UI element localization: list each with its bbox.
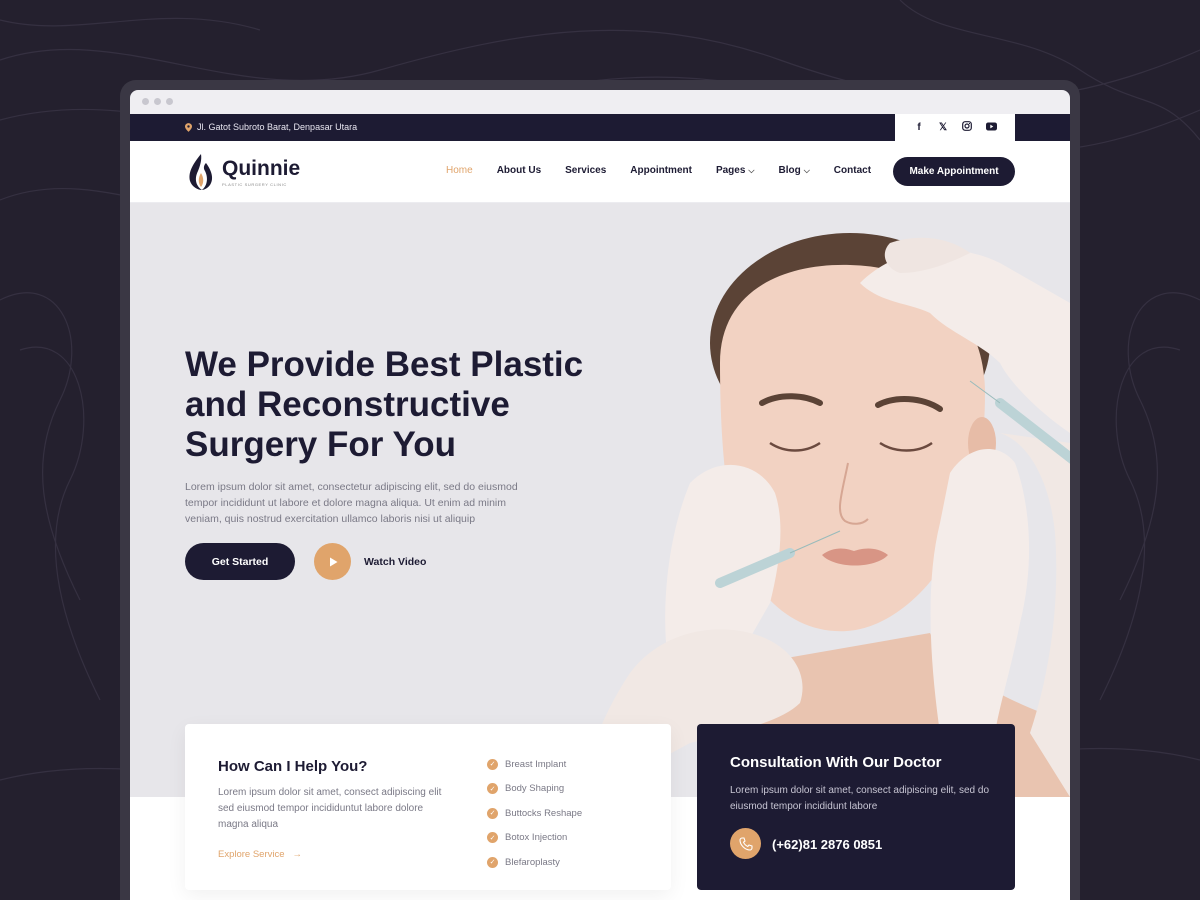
list-item[interactable]: ✓ Breast Implant <box>487 752 582 777</box>
make-appointment-button[interactable]: Make Appointment <box>893 157 1015 186</box>
service-label: Botox Injection <box>505 832 568 844</box>
explore-service-label: Explore Service <box>218 849 285 860</box>
list-item[interactable]: ✓ Buttocks Reshape <box>487 801 582 826</box>
service-label: Buttocks Reshape <box>505 807 583 819</box>
instagram-icon[interactable] <box>962 121 972 134</box>
hero-section: We Provide Best Plastic and Reconstructi… <box>130 203 1070 797</box>
facebook-icon[interactable]: f <box>914 122 924 133</box>
service-label: Blefaroplasty <box>505 856 560 868</box>
nav-blog[interactable]: Blog ⌵ <box>779 165 810 176</box>
explore-service-link[interactable]: Explore Service → <box>218 849 302 860</box>
brand-tagline: PLASTIC SURGERY CLINIC <box>222 182 287 187</box>
service-label: Breast Implant <box>505 758 567 770</box>
chevron-down-icon: ⌵ <box>748 166 755 175</box>
list-item[interactable]: ✓ Body Shaping <box>487 777 582 802</box>
watch-video-link[interactable]: Watch Video <box>364 556 426 568</box>
help-card-title: How Can I Help You? <box>218 758 368 775</box>
top-bar: Jl. Gatot Subroto Barat, Denpasar Utara … <box>130 114 1070 141</box>
hero-description: Lorem ipsum dolor sit amet, consectetur … <box>185 481 518 525</box>
nav-appointment[interactable]: Appointment <box>630 165 692 176</box>
service-list: ✓ Breast Implant ✓ Body Shaping ✓ Buttocks … <box>487 752 582 875</box>
play-video-button[interactable] <box>314 543 351 580</box>
help-card-description: Lorem ipsum dolor sit amet, consect adip… <box>218 787 442 830</box>
check-icon: ✓ <box>487 783 498 795</box>
help-card: How Can I Help You? Lorem ipsum dolor si… <box>185 724 671 890</box>
hero-patient-image <box>580 233 1070 797</box>
location-pin-icon <box>185 122 192 132</box>
nav-menu: Home About Us Services Appointment Pages… <box>446 165 871 176</box>
brand-name: Quinnie <box>222 157 301 180</box>
nav-pages[interactable]: Pages ⌵ <box>716 165 755 176</box>
webpage: Jl. Gatot Subroto Barat, Denpasar Utara … <box>130 114 1070 900</box>
main-navigation: Quinnie PLASTIC SURGERY CLINIC Home Abou… <box>130 141 1070 203</box>
browser-titlebar <box>130 90 1070 114</box>
check-icon: ✓ <box>487 832 498 844</box>
check-icon: ✓ <box>487 856 498 868</box>
list-item[interactable]: ✓ Botox Injection <box>487 826 582 851</box>
check-icon: ✓ <box>487 758 498 770</box>
nav-pages-label: Pages <box>715 165 746 176</box>
nav-about[interactable]: About Us <box>497 165 541 176</box>
nav-services[interactable]: Services <box>565 165 606 176</box>
phone-number[interactable]: (+62)81 2876 0851 <box>772 837 882 852</box>
x-icon[interactable]: 𝕏 <box>938 122 948 133</box>
phone-icon[interactable] <box>730 828 761 859</box>
window-dot-icon <box>166 98 173 105</box>
consultation-description: Lorem ipsum dolor sit amet, consect adip… <box>730 785 990 812</box>
get-started-button[interactable]: Get Started <box>185 543 295 580</box>
window-dot-icon <box>142 98 149 105</box>
check-icon: ✓ <box>487 807 498 819</box>
list-item[interactable]: ✓ Blefaroplasty <box>487 850 582 875</box>
consultation-card: Consultation With Our Doctor Lorem ipsum… <box>697 724 1015 890</box>
address: Jl. Gatot Subroto Barat, Denpasar Utara <box>185 122 357 132</box>
brand-logo[interactable]: Quinnie PLASTIC SURGERY CLINIC <box>186 153 300 191</box>
play-icon <box>329 557 337 566</box>
service-label: Body Shaping <box>505 783 565 795</box>
arrow-right-icon: → <box>287 849 302 860</box>
hero-title: We Provide Best Plastic and Reconstructi… <box>185 345 584 464</box>
youtube-icon[interactable] <box>986 122 997 134</box>
social-links: f 𝕏 <box>895 114 1015 141</box>
nav-blog-label: Blog <box>778 165 801 176</box>
browser-window: Jl. Gatot Subroto Barat, Denpasar Utara … <box>120 80 1080 900</box>
nav-home[interactable]: Home <box>446 165 473 176</box>
nav-contact[interactable]: Contact <box>834 165 871 176</box>
address-text: Jl. Gatot Subroto Barat, Denpasar Utara <box>197 122 358 132</box>
consultation-title: Consultation With Our Doctor <box>730 754 942 771</box>
flame-logo-icon <box>189 154 213 190</box>
chevron-down-icon: ⌵ <box>803 166 810 175</box>
window-dot-icon <box>154 98 161 105</box>
